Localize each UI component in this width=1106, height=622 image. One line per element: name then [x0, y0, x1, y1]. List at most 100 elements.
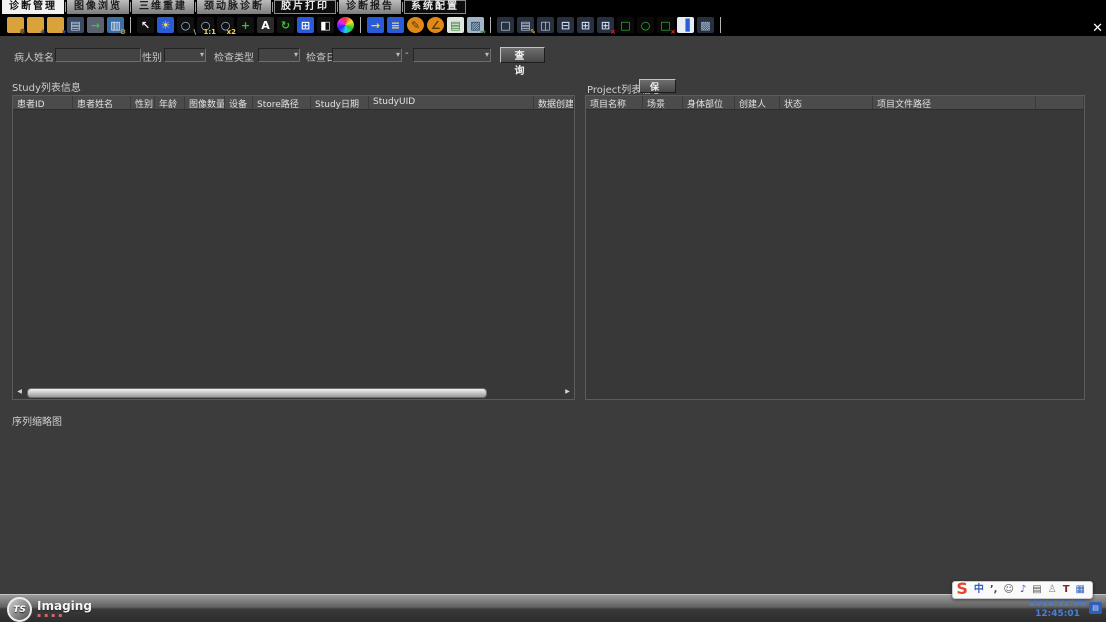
chevron-down-icon: ▾ [485, 50, 489, 60]
study-table-body[interactable] [13, 109, 574, 399]
study-col-3[interactable]: 年龄 [155, 96, 185, 109]
exam-date-to-select[interactable]: ▾ [413, 48, 491, 62]
project-col-2[interactable]: 身体部位 [683, 96, 735, 109]
cascade-windows-icon[interactable]: ▩ [697, 17, 714, 33]
layout-single-icon[interactable]: □ [497, 17, 514, 33]
import-study-folder-icon[interactable]: ▾ [47, 17, 64, 33]
tab-diagnosis-management[interactable]: 诊断管理 [2, 0, 64, 14]
study-table-header: 患者ID患者姓名性别年龄图像数量设备Store路径Study日期StudyUID… [13, 96, 574, 110]
main-toolbar: ⚙+▾▤→▥⚙↖☀○\○1:1○x2+A↻⊞◧→≡✎∠▤▨→□▤✎◫⊟⊞⊞×□○… [0, 14, 1106, 36]
study-col-6[interactable]: Store路径 [253, 96, 311, 109]
tab-separator [402, 2, 403, 12]
select-cursor-icon[interactable]: ↖ [137, 17, 154, 33]
zoom-x2-icon[interactable]: ○x2 [217, 17, 234, 33]
zoom-glass-icon[interactable]: ○\ [177, 17, 194, 33]
date-range-separator: - [405, 48, 409, 59]
film-list-icon[interactable]: ▤ [67, 17, 84, 33]
tab-film-print[interactable]: 胶片打印 [274, 0, 336, 14]
project-col-0[interactable]: 项目名称 [586, 96, 643, 109]
study-col-8[interactable]: StudyUID [369, 96, 534, 109]
study-col-4[interactable]: 图像数量 [185, 96, 225, 109]
invert-image-icon[interactable]: ◧ [317, 17, 334, 33]
layout-close-icon-badge: × [610, 29, 616, 36]
export-image-icon[interactable]: ▨→ [467, 17, 484, 33]
ime-emoji-icon[interactable]: ☺ [1003, 583, 1013, 597]
tab-separator [337, 2, 338, 12]
chevron-down-icon: ▾ [294, 50, 298, 60]
ime-keyboard-icon[interactable]: ▤ [1032, 583, 1041, 597]
series-thumbnail-area [0, 427, 1106, 593]
query-button[interactable]: 查 询 [500, 47, 545, 63]
study-col-7[interactable]: Study日期 [311, 96, 369, 109]
window-level-icon[interactable]: ☀ [157, 17, 174, 33]
input-language-icon[interactable]: ▤ [1089, 602, 1102, 614]
project-col-6[interactable] [1036, 96, 1084, 109]
tab-diagnosis-report[interactable]: 诊断报告 [339, 0, 401, 14]
close-icon[interactable]: ✕ [1092, 22, 1103, 35]
gender-select[interactable]: ▾ [164, 48, 206, 62]
open-patient-folder-icon[interactable]: ⚙ [7, 17, 24, 33]
tab-3d-reconstruction[interactable]: 三维重建 [132, 0, 194, 14]
zoom-1-1-icon[interactable]: ○1:1 [197, 17, 214, 33]
study-col-0[interactable]: 患者ID [13, 96, 73, 109]
layout-close-icon[interactable]: ⊞× [597, 17, 614, 33]
study-col-5[interactable]: 设备 [225, 96, 253, 109]
layout-edit-icon[interactable]: ▤✎ [517, 17, 534, 33]
study-horizontal-scrollbar[interactable]: ◀ ▶ [15, 387, 572, 397]
sogou-logo-icon[interactable]: S [956, 582, 968, 596]
chevron-down-icon: ▾ [396, 50, 400, 60]
exam-type-select[interactable]: ▾ [258, 48, 300, 62]
tab-separator [195, 2, 196, 12]
refresh-icon[interactable]: ↻ [277, 17, 294, 33]
layout-two-col-icon[interactable]: ◫ [537, 17, 554, 33]
roi-ellipse-icon[interactable]: ○ [637, 17, 654, 33]
study-col-2[interactable]: 性别 [131, 96, 155, 109]
pan-move-icon[interactable]: + [237, 17, 254, 33]
study-col-9[interactable]: 数据创建 [534, 96, 574, 109]
copy-report-icon[interactable]: ▤ [447, 17, 464, 33]
project-col-1[interactable]: 场景 [643, 96, 683, 109]
save-button[interactable]: 保 存 [639, 79, 676, 93]
send-study-icon[interactable]: → [87, 17, 104, 33]
toolbar-separator [130, 17, 131, 33]
scrollbar-thumb[interactable] [27, 388, 487, 398]
stack-link-icon[interactable]: → [367, 17, 384, 33]
tab-system-config[interactable]: 系统配置 [404, 0, 466, 14]
ime-toolbox-icon[interactable]: ▦ [1076, 583, 1085, 597]
project-table-body[interactable] [586, 109, 1084, 399]
ime-skin-icon[interactable]: T [1063, 583, 1070, 597]
roi-rectangle-icon[interactable]: □ [617, 17, 634, 33]
exam-date-from-select[interactable]: ▾ [332, 48, 402, 62]
tab-carotid-diagnosis[interactable]: 颈动脉诊断 [197, 0, 271, 14]
layout-two-row-icon[interactable]: ⊟ [557, 17, 574, 33]
ime-punctuation-icon[interactable]: ’, [990, 583, 998, 597]
toolbar-separator [490, 17, 491, 33]
project-col-4[interactable]: 状态 [780, 96, 873, 109]
ime-chinese-icon[interactable]: 中 [974, 583, 984, 597]
patient-name-input[interactable] [55, 48, 141, 62]
logo-title: Imaging [37, 600, 92, 612]
fit-to-window-icon[interactable]: ⊞ [297, 17, 314, 33]
study-col-1[interactable]: 患者姓名 [73, 96, 131, 109]
scroll-left-icon[interactable]: ◀ [15, 387, 24, 397]
taskbar-clock[interactable]: 2018.12.06 12:45:01 [1029, 599, 1086, 619]
measure-length-icon[interactable]: ✎ [407, 17, 424, 33]
ime-voice-icon[interactable]: ♪ [1020, 583, 1026, 597]
project-col-3[interactable]: 创建人 [735, 96, 780, 109]
series-list-icon[interactable]: ≡ [387, 17, 404, 33]
ime-person-icon[interactable]: ♙ [1048, 583, 1057, 597]
archive-settings-icon[interactable]: ▥⚙ [107, 17, 124, 33]
measure-angle-icon[interactable]: ∠ [427, 17, 444, 33]
layout-edit-icon-badge: ✎ [530, 29, 536, 36]
scroll-right-icon[interactable]: ▶ [563, 387, 572, 397]
roi-delete-icon[interactable]: □× [657, 17, 674, 33]
scrollbar-track[interactable] [24, 388, 563, 397]
add-study-folder-icon[interactable]: + [27, 17, 44, 33]
text-annotation-icon[interactable]: A [257, 17, 274, 33]
project-list-panel: 项目名称场景身体部位创建人状态项目文件路径 [585, 95, 1085, 400]
pseudo-color-icon[interactable] [337, 17, 354, 33]
project-col-5[interactable]: 项目文件路径 [873, 96, 1036, 109]
tab-image-browse[interactable]: 图像浏览 [67, 0, 129, 14]
split-window-icon[interactable]: ▐ [677, 17, 694, 33]
layout-grid-icon[interactable]: ⊞ [577, 17, 594, 33]
